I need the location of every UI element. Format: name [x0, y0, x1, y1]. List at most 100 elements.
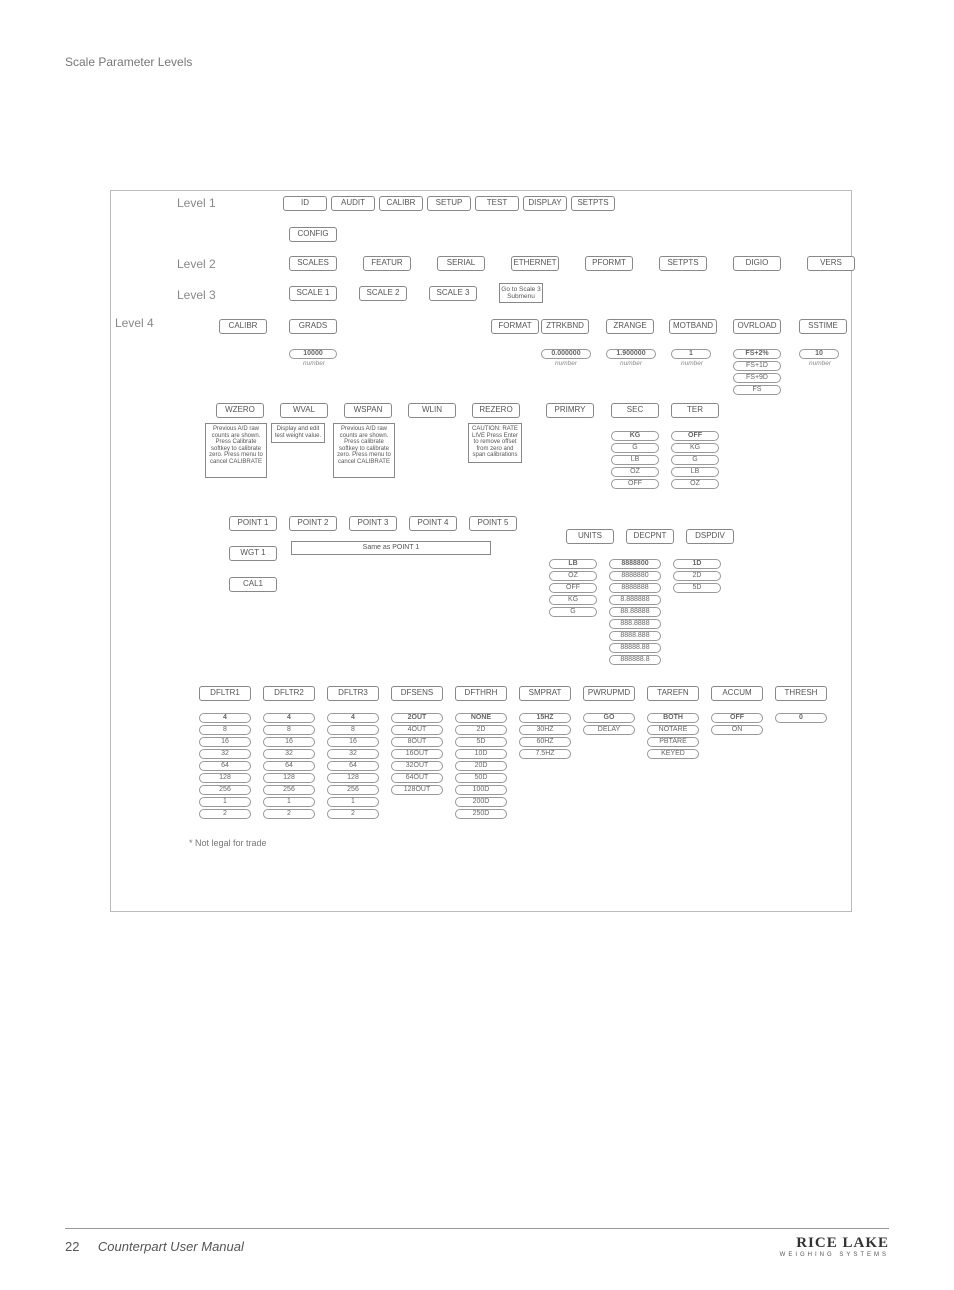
dfthrh-1: 2D	[455, 725, 507, 735]
pwrupmd-1: DELAY	[583, 725, 635, 735]
grads-cap: number	[283, 360, 345, 367]
dfltr3-6: 256	[327, 785, 379, 795]
logo: RICE LAKE	[780, 1235, 889, 1252]
motband-cap: number	[661, 360, 723, 367]
dfthrh-3: 10D	[455, 749, 507, 759]
l2-serial: SERIAL	[437, 256, 485, 271]
l2-digio: DIGIO	[733, 256, 781, 271]
tarefn-2: PBTARE	[647, 737, 699, 747]
pt-2: POINT 3	[349, 516, 397, 531]
br-accum: ACCUM	[711, 686, 763, 701]
smprat-0: 15HZ	[519, 713, 571, 723]
ovrload-1: FS+1D	[733, 361, 781, 371]
wval-desc: Display and edit test weight value.	[271, 423, 325, 443]
dec-2: 8888888	[609, 583, 661, 593]
ter-2: G	[671, 455, 719, 465]
dfltr2-4: 64	[263, 761, 315, 771]
dec-0: 8888800	[609, 559, 661, 569]
pt-3: POINT 4	[409, 516, 457, 531]
br-dfthrh: DFTHRH	[455, 686, 507, 701]
same-note: Same as POINT 1	[291, 541, 491, 555]
dfltr1-6: 256	[199, 785, 251, 795]
dfltr2-0: 4	[263, 713, 315, 723]
sec-2: LB	[611, 455, 659, 465]
dfltr2-2: 16	[263, 737, 315, 747]
sec-0: KG	[611, 431, 659, 441]
tarefn-1: NOTARE	[647, 725, 699, 735]
l4-ovrload: OVRLOAD	[733, 319, 781, 334]
dfltr3-1: 8	[327, 725, 379, 735]
br-smprat: SMPRAT	[519, 686, 571, 701]
sec-3: OZ	[611, 467, 659, 477]
node-config: CONFIG	[289, 227, 337, 242]
dfltr2-6: 256	[263, 785, 315, 795]
fmt-ter: TER	[671, 403, 719, 418]
dsp-2: 5D	[673, 583, 721, 593]
fmt-sec: SEC	[611, 403, 659, 418]
l1-setup: SETUP	[427, 196, 471, 211]
ztrkbnd-cap: number	[535, 360, 597, 367]
br-dfsens: DFSENS	[391, 686, 443, 701]
dfsens-2: 8OUT	[391, 737, 443, 747]
wgt1: WGT 1	[229, 546, 277, 561]
cal-wspan: WSPAN	[344, 403, 392, 418]
dfltr3-5: 128	[327, 773, 379, 783]
dfthrh-8: 250D	[455, 809, 507, 819]
l4-grads: GRADS	[289, 319, 337, 334]
dec-8: 888888.8	[609, 655, 661, 665]
dfltr2-8: 2	[263, 809, 315, 819]
l4-sstime: SSTIME	[799, 319, 847, 334]
dfltr2-5: 128	[263, 773, 315, 783]
ovrload-0: FS+2%	[733, 349, 781, 359]
dfltr2-3: 32	[263, 749, 315, 759]
sec-4: OFF	[611, 479, 659, 489]
units-3: KG	[549, 595, 597, 605]
dfltr3-2: 16	[327, 737, 379, 747]
l4-calibr: CALIBR	[219, 319, 267, 334]
l2-ethernet: ETHERNET	[511, 256, 559, 271]
dfltr1-3: 32	[199, 749, 251, 759]
dfsens-3: 16OUT	[391, 749, 443, 759]
dfsens-5: 64OUT	[391, 773, 443, 783]
sstime-cap: number	[789, 360, 851, 367]
l3-2: SCALE 3	[429, 286, 477, 301]
diagram-heading: Scale Parameter Levels	[65, 55, 954, 69]
cal-wzero: WZERO	[216, 403, 264, 418]
l1-calibr: CALIBR	[379, 196, 423, 211]
smprat-2: 60HZ	[519, 737, 571, 747]
ovrload-3: FS	[733, 385, 781, 395]
l1-audit: AUDIT	[331, 196, 375, 211]
prim-decpnt: DECPNT	[626, 529, 674, 544]
pwrupmd-0: GO	[583, 713, 635, 723]
grads-val: 10000	[289, 349, 337, 359]
pt-0: POINT 1	[229, 516, 277, 531]
diagram-frame: CONFIG Go to Scale 3 Submenu 10000 numbe…	[110, 190, 852, 912]
dec-7: 88888.88	[609, 643, 661, 653]
tarefn-3: KEYED	[647, 749, 699, 759]
prim-dspdiv: DSPDIV	[686, 529, 734, 544]
dfltr3-0: 4	[327, 713, 379, 723]
dfltr3-7: 1	[327, 797, 379, 807]
dec-4: 88.88888	[609, 607, 661, 617]
dfltr1-0: 4	[199, 713, 251, 723]
l2-pformt: PFORMT	[585, 256, 633, 271]
sec-1: G	[611, 443, 659, 453]
dfthrh-5: 50D	[455, 773, 507, 783]
dfltr3-8: 2	[327, 809, 379, 819]
dfthrh-6: 100D	[455, 785, 507, 795]
wspan-desc: Previous A/D raw counts are shown. Press…	[333, 423, 395, 478]
br-pwrupmd: PWRUPMD	[583, 686, 635, 701]
ter-4: OZ	[671, 479, 719, 489]
dfsens-6: 128OUT	[391, 785, 443, 795]
zrange-val: 1.900000	[606, 349, 656, 359]
dfthrh-0: NONE	[455, 713, 507, 723]
units-0: LB	[549, 559, 597, 569]
l3-note: Go to Scale 3 Submenu	[499, 283, 543, 303]
dfltr1-8: 2	[199, 809, 251, 819]
dfthrh-4: 20D	[455, 761, 507, 771]
dfthrh-2: 5D	[455, 737, 507, 747]
dsp-0: 1D	[673, 559, 721, 569]
dfltr1-2: 16	[199, 737, 251, 747]
smprat-3: 7.5HZ	[519, 749, 571, 759]
units-4: G	[549, 607, 597, 617]
